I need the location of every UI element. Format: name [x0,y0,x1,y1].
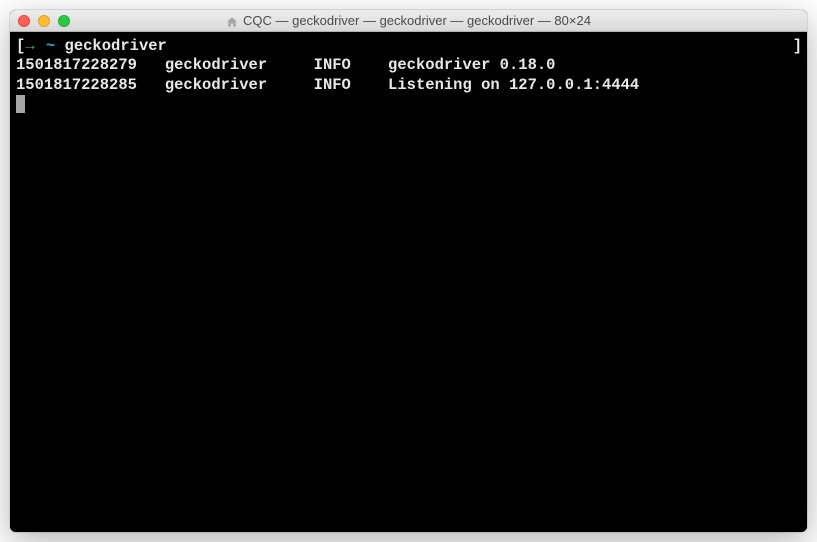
terminal-output[interactable]: [→ ~ geckodriver ] 1501817228279 geckodr… [10,32,807,532]
prompt-line: [→ ~ geckodriver [16,37,801,56]
titlebar[interactable]: CQC — geckodriver — geckodriver — geckod… [10,10,807,32]
title-wrap: CQC — geckodriver — geckodriver — geckod… [10,13,807,28]
prompt-tilde: ~ [37,37,65,56]
home-icon [226,15,238,27]
log-line: 1501817228285 geckodriver INFO Listening… [16,76,801,95]
maximize-button[interactable] [58,15,70,27]
prompt-command: geckodriver [65,37,167,56]
log-line: 1501817228279 geckodriver INFO geckodriv… [16,56,801,75]
prompt-arrow: → [25,37,34,56]
close-button[interactable] [18,15,30,27]
minimize-button[interactable] [38,15,50,27]
window-title: CQC — geckodriver — geckodriver — geckod… [243,13,591,28]
prompt-bracket-left: [ [16,37,25,56]
traffic-lights [18,15,70,27]
cursor [16,95,25,113]
terminal-window: CQC — geckodriver — geckodriver — geckod… [10,10,807,532]
cursor-line [16,95,801,114]
prompt-bracket-right: ] [793,37,802,56]
